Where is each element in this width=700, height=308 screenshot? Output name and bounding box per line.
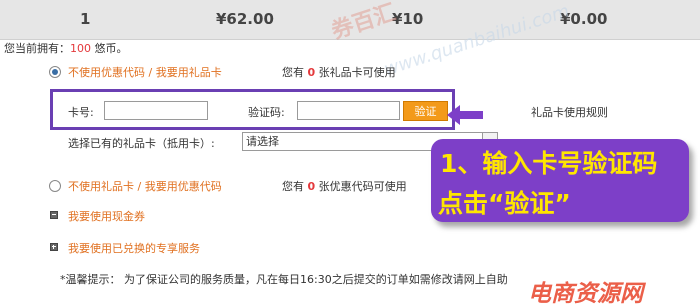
- giftcard-rules-link[interactable]: 礼品卡使用规则: [531, 104, 608, 120]
- expand-icon[interactable]: [50, 243, 58, 251]
- giftcard-count-suffix: 张礼品卡可使用: [315, 66, 396, 79]
- coupon-count: 0: [307, 180, 316, 193]
- card-number-input[interactable]: [104, 101, 208, 120]
- verify-button[interactable]: 验证: [403, 101, 448, 121]
- balance-amount: 100: [70, 42, 91, 55]
- warm-tip-text: *温馨提示： 为了保证公司的服务质量，凡在每日16:30之后提交的订单如需修改请…: [60, 273, 508, 286]
- balance-suffix: 悠币。: [91, 42, 128, 55]
- giftcard-option-radio[interactable]: [49, 66, 61, 78]
- giftcard-option-label[interactable]: 不使用优惠代码 / 我要用礼品卡: [68, 64, 222, 80]
- giftcard-count: 0: [307, 66, 316, 79]
- summary-quantity: 1: [80, 10, 91, 28]
- arrow-left-icon: [447, 105, 483, 125]
- coupon-count-suffix: 张优惠代码可使用: [315, 180, 407, 193]
- coupon-count-text: 您有 0 张优惠代码可使用: [282, 178, 407, 194]
- card-number-label: 卡号:: [68, 106, 94, 119]
- collapse-icon[interactable]: [50, 211, 58, 219]
- coupon-option-label[interactable]: 不使用礼品卡 / 我要用优惠代码: [68, 178, 222, 194]
- exclusive-service-toggle[interactable]: 我要使用已兑换的专享服务: [68, 240, 200, 256]
- summary-price: ¥62.00: [216, 10, 274, 28]
- coupon-count-prefix: 您有: [282, 180, 308, 193]
- coupon-option-radio[interactable]: [49, 180, 61, 192]
- balance-prefix: 您当前拥有：: [4, 42, 70, 55]
- callout-line-2: 点击“验证”: [438, 189, 571, 218]
- existing-card-label: 选择已有的礼品卡（抵用卡）:: [68, 137, 215, 150]
- cash-coupon-toggle[interactable]: 我要使用现金券: [68, 208, 145, 224]
- coin-balance: 您当前拥有：100 悠币。: [4, 40, 128, 56]
- verification-code-input[interactable]: [297, 101, 400, 120]
- callout-line-1: 1、输入卡号验证码: [440, 149, 658, 178]
- instruction-callout: 1、输入卡号验证码 点击“验证”: [431, 139, 689, 222]
- verification-code-label: 验证码:: [248, 106, 285, 119]
- existing-card-select-value: 请选择: [246, 135, 279, 148]
- site-watermark: 电商资源网: [528, 281, 643, 307]
- giftcard-count-prefix: 您有: [282, 66, 308, 79]
- giftcard-count-text: 您有 0 张礼品卡可使用: [282, 64, 396, 80]
